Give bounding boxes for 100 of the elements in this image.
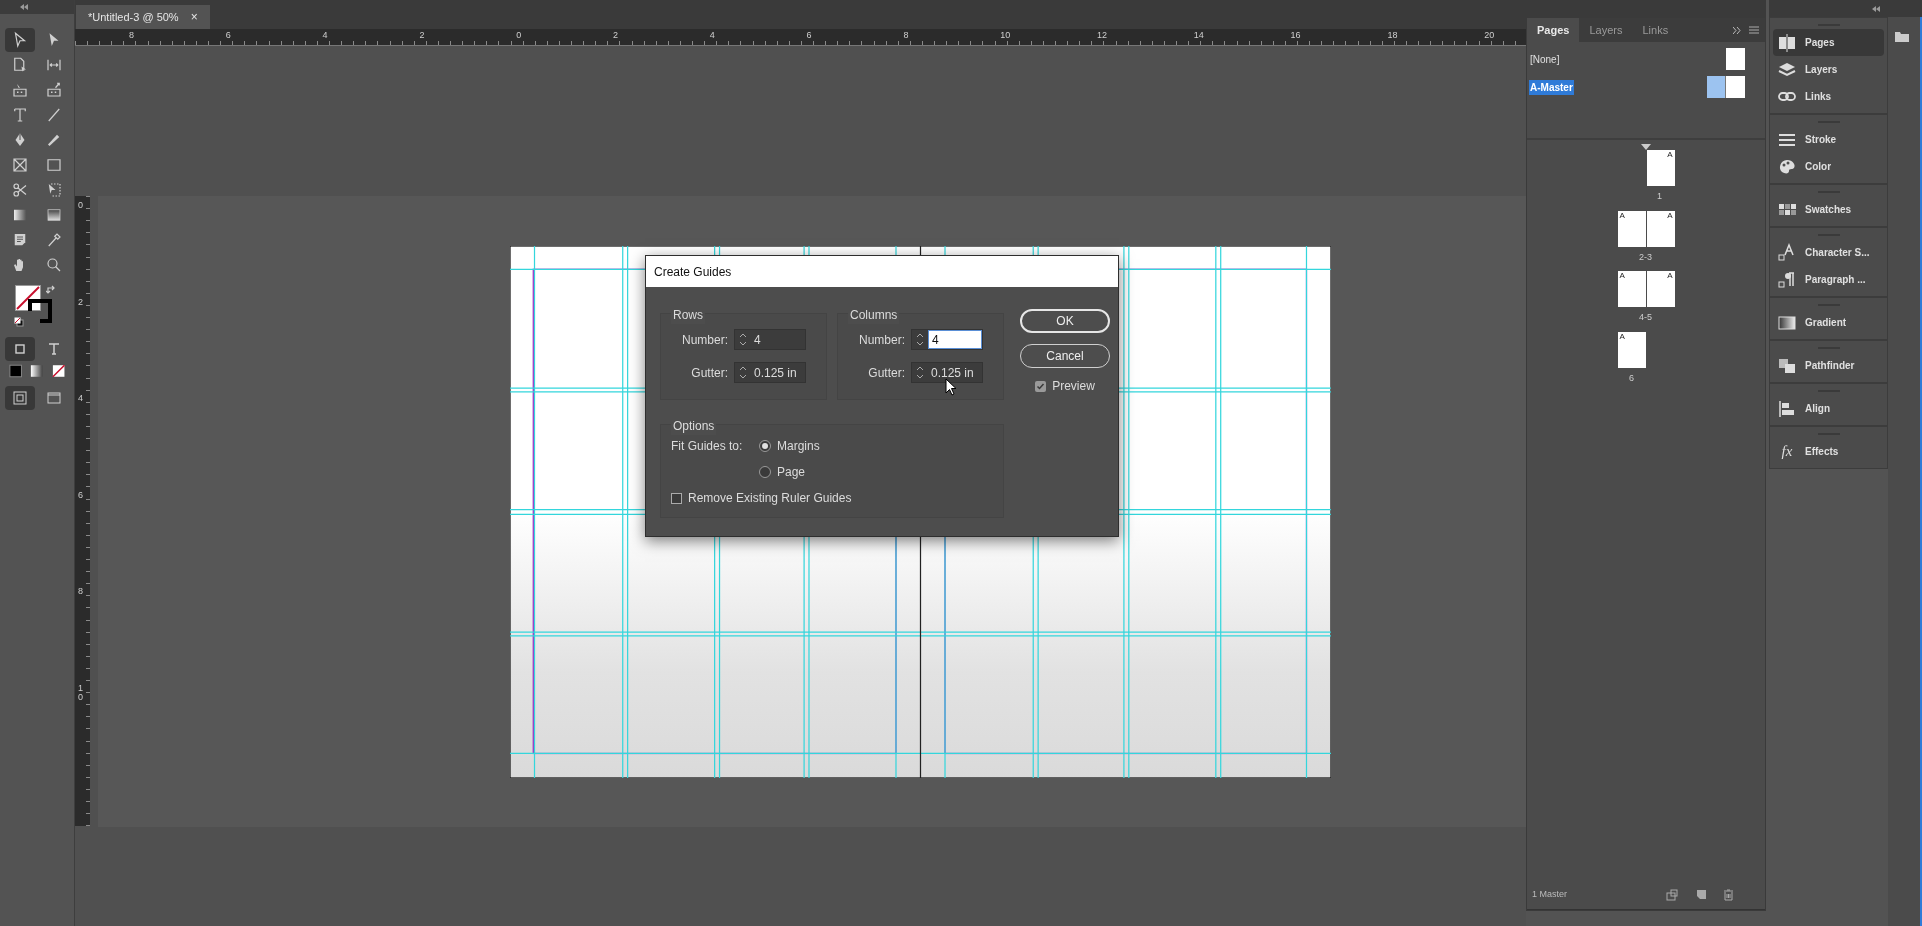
edit-page-size-icon[interactable] (1666, 888, 1680, 901)
preview-mode-icon (47, 391, 61, 405)
field-label: Number: (682, 331, 728, 349)
page-thumbnail[interactable]: A (1646, 210, 1675, 247)
ruler-label: 2 (419, 29, 425, 41)
close-tab-button[interactable]: × (190, 8, 198, 26)
page-icon (11, 56, 29, 74)
menu-icon[interactable] (1749, 26, 1759, 34)
checkbox-label: Preview (1052, 378, 1095, 395)
master-letter: A (1619, 331, 1625, 343)
zoom-icon (45, 256, 63, 274)
folder-icon[interactable] (1894, 29, 1910, 43)
dock-item[interactable]: Links (1773, 83, 1884, 110)
apply-color-icon[interactable] (7, 362, 25, 380)
ruler-label: 8 (78, 587, 84, 597)
collapse-icon[interactable] (1872, 5, 1880, 12)
ruler-label: 2 (613, 29, 618, 41)
dock-item[interactable]: Color (1773, 153, 1884, 180)
master-letter: A (1667, 210, 1673, 222)
radio-button[interactable] (759, 440, 771, 452)
scissors-icon (11, 181, 29, 199)
dock-item[interactable]: Paragraph ... (1773, 266, 1884, 293)
master-thumbnail[interactable] (1707, 76, 1745, 98)
page-number: 6 (1628, 371, 1635, 385)
document-title: *Untitled-3 @ 50% (88, 9, 179, 25)
ruler-label: 10 (1000, 29, 1011, 41)
default-colors-icon[interactable] (14, 317, 24, 327)
master-item[interactable]: A-Master (1529, 79, 1574, 95)
dock-item[interactable]: Align (1773, 395, 1884, 422)
placer-icon (45, 81, 63, 99)
ruler-label: 10 (78, 684, 84, 702)
dock-item[interactable]: fx Effects (1773, 438, 1884, 465)
dock-item[interactable]: Stroke (1773, 126, 1884, 153)
field-label: Gutter: (691, 364, 728, 382)
screen-mode-button[interactable] (5, 386, 35, 410)
master-letter: A (1619, 271, 1625, 282)
page-thumbnail[interactable]: A (1617, 271, 1646, 307)
master-item[interactable]: [None] (1529, 51, 1561, 67)
page-number: 4-5 (1638, 311, 1653, 324)
container-icon (14, 343, 26, 355)
dock-label: Gradient (1805, 316, 1847, 330)
normal-view-icon (13, 391, 27, 405)
ruler-label: 4 (78, 394, 84, 404)
spread-marker-icon (1641, 144, 1651, 150)
field-label: Fit Guides to: (671, 438, 744, 455)
dock-label: Pages (1805, 36, 1835, 50)
page-thumbnail[interactable]: A (1646, 150, 1675, 186)
ruler-label: 20 (1484, 29, 1495, 41)
new-page-icon[interactable] (1696, 889, 1707, 900)
ruler-label: 4 (709, 29, 715, 41)
line-icon (45, 106, 63, 124)
master-letter: A (1667, 150, 1673, 161)
ruler-label: 0 (516, 29, 522, 41)
field-label: Number: (859, 331, 905, 349)
checkbox[interactable] (671, 492, 682, 504)
dock-label: Align (1805, 402, 1830, 416)
ruler-label: 8 (129, 29, 134, 41)
dock-item[interactable]: Layers (1773, 56, 1884, 83)
align-icon (1777, 398, 1797, 419)
tool-button[interactable] (5, 28, 35, 52)
cursor-icon (945, 378, 957, 396)
radio-label: Page (777, 464, 806, 481)
ruler-label: 12 (1097, 29, 1107, 41)
dock-label: Swatches (1805, 203, 1852, 217)
dock-item[interactable]: Pages (1773, 29, 1884, 56)
radio-button[interactable] (759, 466, 771, 478)
dock-item[interactable]: Pathfinder (1773, 352, 1884, 379)
master-letter: A (1619, 210, 1625, 222)
master-thumbnail[interactable] (1726, 48, 1745, 70)
panel-tab[interactable]: Pages (1527, 18, 1580, 42)
ruler-label: 4 (322, 29, 328, 41)
page-thumbnail[interactable]: A (1617, 210, 1646, 247)
eyedropper-icon (45, 231, 63, 249)
page-thumbnail[interactable]: A (1617, 331, 1646, 368)
collapse-icon[interactable] (20, 4, 28, 10)
type-icon (11, 106, 29, 124)
effects-glyph: fx (1780, 442, 1794, 462)
radio-label: Margins (777, 438, 820, 455)
checkbox-label: Remove Existing Ruler Guides (688, 490, 852, 507)
dock-item[interactable]: Gradient (1773, 309, 1884, 336)
ruler-label: 18 (1387, 29, 1398, 41)
dialog-button[interactable]: OK (1020, 309, 1110, 333)
stroke-swatch-icon[interactable] (28, 299, 52, 323)
field-label: Gutter: (868, 364, 905, 382)
text-format-icon (48, 343, 60, 355)
checkbox[interactable] (1035, 380, 1047, 392)
ruler-label: 0 (78, 201, 84, 210)
document-tab[interactable]: *Untitled-3 @ 50% × (76, 5, 210, 29)
format-button[interactable] (5, 337, 35, 361)
page-thumbnail[interactable]: A (1646, 271, 1675, 307)
dock-item[interactable]: Character S... (1773, 239, 1884, 266)
number-field[interactable]: 4 (928, 330, 982, 349)
pages-icon (1777, 32, 1797, 53)
swap-icon[interactable] (46, 285, 56, 295)
ruler-label: 6 (225, 29, 231, 41)
trash-icon[interactable] (1723, 888, 1734, 901)
dock-label: Character S... (1805, 246, 1870, 260)
dock-label: Links (1805, 90, 1832, 104)
dock-item[interactable]: Swatches (1773, 196, 1884, 223)
expand-icon[interactable] (1733, 26, 1741, 34)
